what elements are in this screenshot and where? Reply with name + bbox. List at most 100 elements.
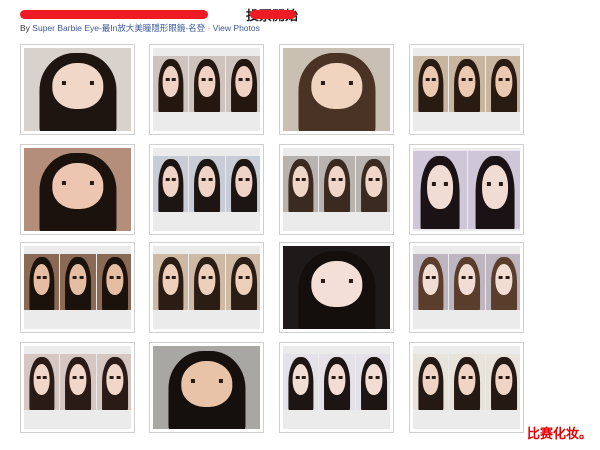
collage-panel — [413, 354, 448, 410]
photo-thumbnail[interactable] — [20, 342, 135, 433]
portrait-figure — [153, 56, 188, 112]
collage-panel — [226, 56, 260, 112]
collage-panel — [449, 354, 485, 410]
portrait-figure — [283, 246, 390, 329]
redaction-mark — [250, 10, 296, 19]
eyes-shape — [238, 276, 250, 280]
portrait-figure — [189, 254, 225, 310]
photo-thumbnail[interactable] — [20, 242, 135, 333]
author-link[interactable]: Super Barbie Eye- — [32, 23, 101, 33]
collage-panel — [97, 254, 131, 310]
photo-thumbnail[interactable] — [279, 144, 394, 235]
photo-thumbnail[interactable] — [149, 144, 264, 235]
collage-panel — [468, 151, 520, 229]
photo-thumbnail[interactable] — [409, 342, 524, 433]
portrait-figure — [226, 254, 260, 310]
face-shape — [69, 364, 87, 396]
photo-thumbnail[interactable] — [279, 342, 394, 433]
portrait-figure — [449, 354, 485, 410]
photo-album-page: 投票開始 By Super Barbie Eye-最In放大美瞳隱形眼鏡-名登 … — [0, 0, 600, 450]
photo-thumbnail[interactable] — [409, 44, 524, 135]
view-photos-link[interactable]: View Photos — [213, 23, 260, 33]
face-shape — [458, 264, 476, 296]
collage-panel — [153, 156, 188, 212]
face-shape — [198, 264, 216, 296]
collage-panel — [189, 254, 225, 310]
collage-panel — [226, 156, 260, 212]
face-shape — [51, 162, 104, 210]
photo-thumbnail[interactable] — [409, 144, 524, 235]
face-shape — [422, 264, 439, 296]
eyes-shape — [201, 178, 213, 182]
eyes-shape — [295, 376, 306, 380]
collage-panel — [413, 56, 448, 112]
eyes-shape — [498, 376, 510, 380]
photo-thumbnail[interactable] — [409, 242, 524, 333]
portrait-figure — [468, 151, 520, 229]
face-shape — [292, 166, 309, 198]
eyes-shape — [238, 178, 250, 182]
portrait-figure — [413, 56, 448, 112]
album-suffix[interactable]: -名登 — [185, 23, 205, 33]
portrait-figure — [189, 56, 225, 112]
face-shape — [422, 364, 439, 396]
photo-frame — [283, 148, 390, 231]
eyes-shape — [36, 376, 47, 380]
photo-thumbnail[interactable] — [149, 44, 264, 135]
face-shape — [458, 364, 476, 396]
photo-frame — [413, 148, 520, 231]
eyes-shape — [238, 78, 250, 82]
face-shape — [458, 66, 476, 98]
collage-panel — [153, 56, 188, 112]
collage-panel — [356, 156, 390, 212]
portrait-figure — [153, 156, 188, 212]
portrait-figure — [486, 254, 520, 310]
portrait-figure — [486, 354, 520, 410]
face-shape — [198, 166, 216, 198]
face-shape — [495, 364, 513, 396]
face-shape — [235, 66, 253, 98]
portrait-figure — [449, 254, 485, 310]
portrait-figure — [97, 254, 131, 310]
portrait-figure — [24, 48, 131, 131]
byline-separator: · — [207, 23, 211, 33]
eyes-shape — [295, 178, 306, 182]
photo-thumbnail[interactable] — [279, 44, 394, 135]
photo-thumbnail[interactable] — [279, 242, 394, 333]
album-name-link[interactable]: 最In放大美瞳隱形眼鏡 — [102, 23, 186, 33]
face-shape — [162, 166, 179, 198]
eyes-shape — [461, 376, 473, 380]
portrait-figure — [226, 56, 260, 112]
portrait-figure — [319, 156, 355, 212]
eyes-shape — [36, 276, 47, 280]
face-shape — [365, 166, 383, 198]
portrait-figure — [413, 254, 448, 310]
collage-panel — [60, 354, 96, 410]
photo-frame — [413, 246, 520, 329]
portrait-figure — [486, 56, 520, 112]
eyes-shape — [320, 81, 353, 86]
overlay-caption: 比赛化妆。 — [526, 426, 592, 441]
collage-panel — [283, 354, 318, 410]
photo-frame — [413, 346, 520, 429]
collage-panel — [189, 56, 225, 112]
face-shape — [328, 364, 346, 396]
photo-thumbnail[interactable] — [20, 44, 135, 135]
collage-panel — [319, 354, 355, 410]
face-shape — [69, 264, 87, 296]
face-shape — [310, 260, 363, 308]
collage-panel — [226, 254, 260, 310]
portrait-figure — [413, 151, 467, 229]
photo-thumbnail[interactable] — [149, 342, 264, 433]
eyes-shape — [165, 276, 176, 280]
photo-thumbnail[interactable] — [20, 144, 135, 235]
photo-thumbnail[interactable] — [149, 242, 264, 333]
photo-frame — [283, 246, 390, 329]
face-shape — [106, 264, 124, 296]
album-title-row: 投票開始 — [20, 4, 580, 23]
photo-frame — [283, 48, 390, 131]
photo-frame — [153, 48, 260, 131]
eyes-shape — [461, 276, 473, 280]
eyes-shape — [109, 276, 121, 280]
face-shape — [198, 66, 216, 98]
